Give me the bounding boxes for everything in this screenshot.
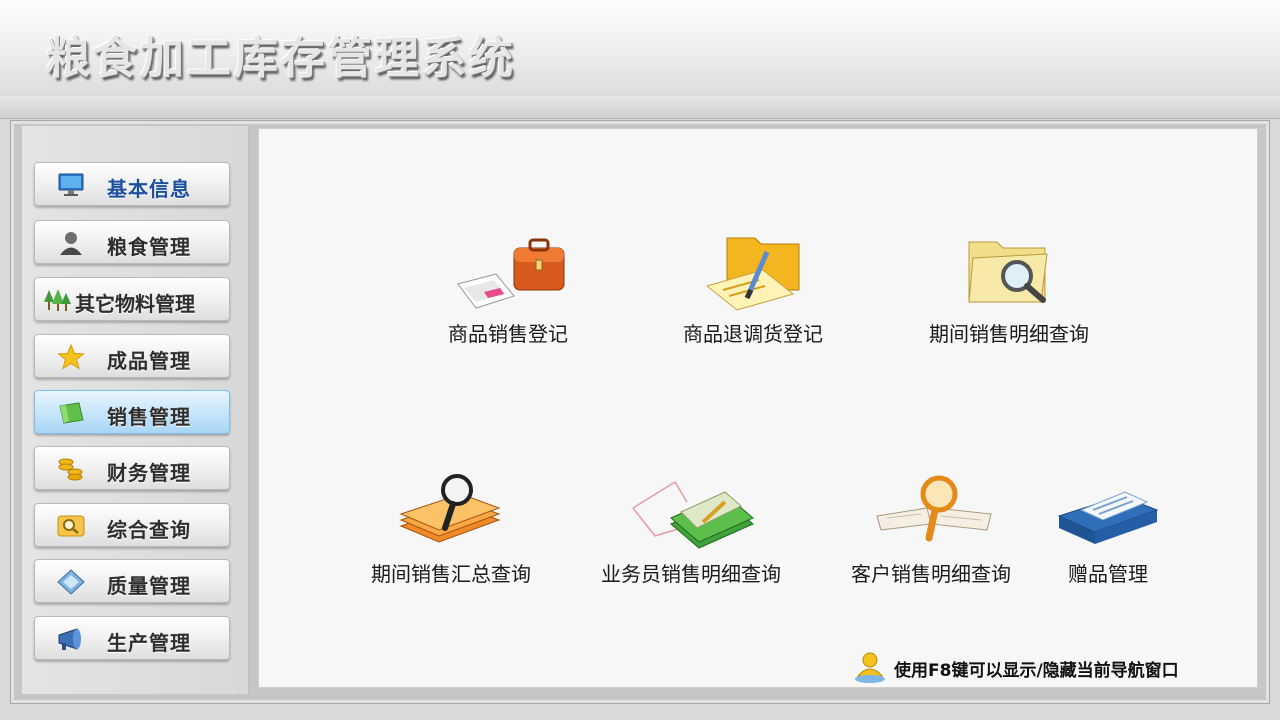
sidebar-item-label: 其它物料管理 (75, 292, 195, 316)
hint-text: 使用F8键可以显示/隐藏当前导航窗口 (894, 661, 1179, 681)
monitor-icon (58, 173, 84, 196)
tile-period-sales-detail[interactable]: 期间销售明细查询 (906, 232, 1112, 347)
sidebar-item-label: 质量管理 (107, 574, 191, 598)
sidebar-item-label: 财务管理 (107, 461, 191, 485)
title-bar: 粮食加工库存管理系统 (0, 0, 1280, 97)
sidebar-item-basic-info[interactable]: 基本信息 (34, 162, 230, 206)
tile-label: 客户销售明细查询 (851, 562, 1011, 586)
blue-book-icon (1057, 491, 1159, 544)
sidebar-item-label: 销售管理 (107, 405, 191, 429)
sidebar-nav: 基本信息 粮食管理 其它物料管理 成品管理 销售管理 财务管理 综合查询 质量管… (22, 126, 250, 694)
search-box-icon (57, 515, 85, 537)
tile-gift-management[interactable]: 赠品管理 (1050, 472, 1166, 587)
tile-period-sales-summary[interactable]: 期间销售汇总查询 (348, 472, 554, 587)
briefcase-icon (457, 238, 565, 309)
tile-label: 业务员销售明细查询 (601, 562, 781, 586)
content-panel (258, 128, 1258, 688)
books-magnifier-icon (399, 474, 501, 543)
sidebar-item-label: 综合查询 (107, 518, 191, 542)
green-card-icon (59, 402, 84, 424)
tile-label: 期间销售明细查询 (929, 322, 1089, 346)
tile-customer-detail[interactable]: 客户销售明细查询 (828, 472, 1034, 587)
sidebar-item-sales[interactable]: 销售管理 (34, 390, 230, 434)
green-books-icon (632, 480, 754, 549)
sidebar-item-finished-goods[interactable]: 成品管理 (34, 334, 230, 378)
folder-magnifier-icon (968, 241, 1048, 303)
app-title: 粮食加工库存管理系统 (46, 33, 516, 84)
horn-icon (58, 628, 81, 650)
folder-pen-icon (705, 237, 800, 311)
sidebar-item-other-materials[interactable]: 其它物料管理 (34, 277, 230, 321)
coins-icon (58, 458, 83, 481)
diamond-icon (57, 569, 85, 595)
tile-sales-registration[interactable]: 商品销售登记 (420, 232, 596, 347)
tile-returns-registration[interactable]: 商品退调货登记 (660, 232, 846, 347)
tile-label: 期间销售汇总查询 (371, 562, 531, 586)
sidebar-item-label: 生产管理 (107, 631, 191, 655)
trees-icon (44, 289, 71, 311)
star-icon (57, 344, 85, 370)
user-hint-icon (855, 652, 885, 683)
sidebar-item-grain[interactable]: 粮食管理 (34, 220, 230, 264)
tile-label: 赠品管理 (1068, 562, 1148, 586)
header-band (0, 96, 1280, 119)
person-icon (60, 232, 82, 255)
tile-label: 商品退调货登记 (683, 322, 823, 346)
sidebar-item-label: 基本信息 (107, 177, 191, 201)
open-book-magnifier-icon (876, 475, 992, 542)
sidebar-item-finance[interactable]: 财务管理 (34, 446, 230, 490)
sidebar-item-production[interactable]: 生产管理 (34, 616, 230, 660)
sidebar-item-query[interactable]: 综合查询 (34, 503, 230, 547)
tile-salesperson-detail[interactable]: 业务员销售明细查询 (578, 472, 804, 587)
tile-label: 商品销售登记 (448, 322, 568, 346)
sidebar-item-label: 成品管理 (107, 349, 191, 373)
sidebar-item-quality[interactable]: 质量管理 (34, 559, 230, 603)
sidebar-item-label: 粮食管理 (107, 235, 191, 259)
